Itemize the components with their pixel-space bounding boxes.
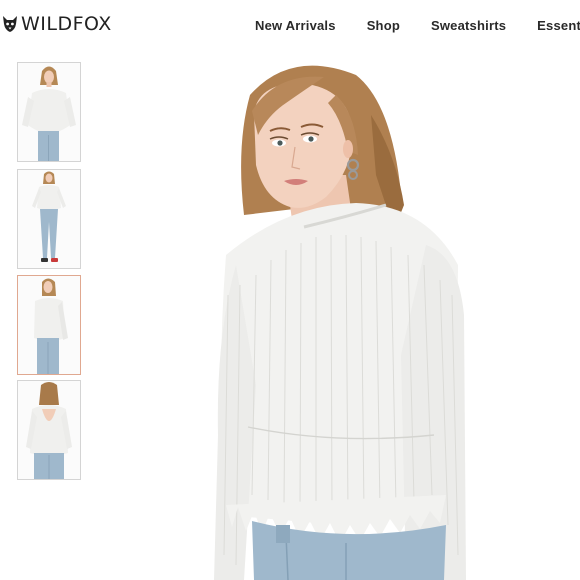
fox-head-icon [3,16,17,32]
nav-item-essentials[interactable]: Essenti [537,18,580,33]
main-nav: New Arrivals Shop Sweatshirts Essenti [255,18,580,33]
brand-name: WILDFOX [21,13,112,35]
nav-item-sweatshirts[interactable]: Sweatshirts [431,18,506,33]
brand-logo[interactable]: WILDFOX [2,13,112,35]
thumbnail-back[interactable] [17,380,81,480]
nav-item-shop[interactable]: Shop [367,18,400,33]
thumbnail-full-length[interactable] [17,169,81,269]
thumbnail-side[interactable] [17,275,81,375]
site-header: WILDFOX New Arrivals Shop Sweatshirts Es… [0,0,580,52]
main-product-image [196,55,496,580]
thumbnail-front[interactable] [17,62,81,162]
nav-item-new-arrivals[interactable]: New Arrivals [255,18,336,33]
